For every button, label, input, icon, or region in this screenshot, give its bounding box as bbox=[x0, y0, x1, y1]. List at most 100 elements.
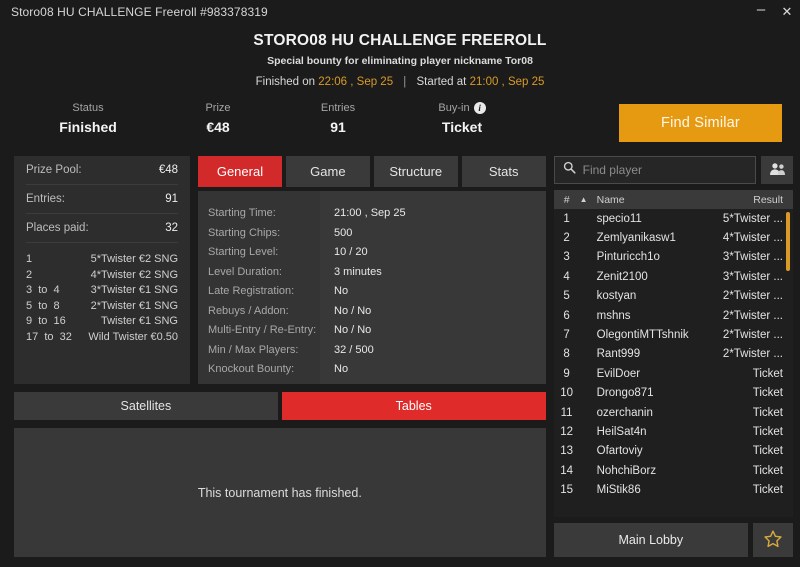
people-icon bbox=[769, 162, 786, 179]
sort-ascending-icon[interactable]: ▲ bbox=[580, 195, 593, 204]
close-button[interactable]: ✕ bbox=[774, 0, 800, 24]
player-name: Ofartoviy bbox=[596, 445, 643, 458]
entries-label: Entries: bbox=[26, 193, 65, 205]
tab-stats[interactable]: Stats bbox=[461, 156, 546, 187]
table-row[interactable]: 1 specio11 5*Twister ... bbox=[554, 209, 783, 228]
table-row[interactable]: 6 mshns 2*Twister ... bbox=[554, 306, 783, 325]
scrollbar-thumb[interactable] bbox=[786, 212, 790, 271]
player-list-header: # ▲ Name Result bbox=[553, 190, 793, 209]
table-row[interactable]: 11 ozerchanin Ticket bbox=[554, 403, 783, 422]
player-list: # ▲ Name Result 1 specio11 5*Twister ...… bbox=[553, 190, 793, 517]
payout-row: 5 to 8 2*Twister €1 SNG bbox=[26, 299, 178, 315]
tab-game[interactable]: Game bbox=[285, 156, 370, 187]
player-rank: 15 bbox=[560, 484, 574, 497]
table-row[interactable]: 14 NohchiBorz Ticket bbox=[554, 461, 783, 480]
left-column: Prize Pool: €48 Entries: 91 Places paid:… bbox=[14, 156, 546, 557]
stat-status-label: Status bbox=[72, 102, 104, 114]
minimize-button[interactable]: – bbox=[748, 0, 774, 24]
places-paid-row: Places paid: 32 bbox=[26, 214, 178, 243]
payout-position: 9 to 16 bbox=[26, 315, 66, 327]
places-paid-label: Places paid: bbox=[26, 222, 89, 234]
prize-pool-row: Prize Pool: €48 bbox=[26, 156, 178, 185]
payout-position: 17 to 32 bbox=[26, 330, 72, 343]
footer-row: Main Lobby bbox=[553, 523, 793, 557]
player-result: Ticket bbox=[752, 484, 783, 497]
table-row[interactable]: 15 MiStik86 Ticket bbox=[554, 480, 783, 499]
table-row[interactable]: 13 Ofartoviy Ticket bbox=[554, 442, 783, 461]
player-result: Ticket bbox=[752, 406, 783, 419]
search-input[interactable] bbox=[582, 163, 747, 177]
tab-structure[interactable]: Structure bbox=[373, 156, 458, 187]
tab-tables[interactable]: Tables bbox=[281, 392, 546, 420]
tab-satellites[interactable]: Satellites bbox=[14, 392, 278, 420]
stat-strip: Status Finished Prize €48 Entries 91 Buy… bbox=[0, 88, 800, 142]
player-rank: 11 bbox=[560, 406, 573, 419]
payout-prize: Twister €1 SNG bbox=[100, 315, 178, 327]
player-name: Drongo871 bbox=[596, 387, 654, 400]
stat-buyin-value: Ticket bbox=[441, 119, 483, 135]
places-paid-value: 32 bbox=[165, 222, 178, 234]
label-starting-chips: Starting Chips: bbox=[208, 226, 281, 239]
find-similar-button[interactable]: Find Similar bbox=[619, 104, 782, 142]
search-box[interactable] bbox=[553, 156, 756, 184]
column-header-result[interactable]: Result bbox=[699, 194, 783, 206]
table-row[interactable]: 9 EvilDoer Ticket bbox=[554, 364, 783, 383]
prize-pool-label: Prize Pool: bbox=[26, 164, 82, 176]
column-header-num[interactable]: # bbox=[554, 194, 580, 206]
player-result: 2*Twister ... bbox=[722, 309, 783, 322]
table-row[interactable]: 10 Drongo871 Ticket bbox=[554, 384, 783, 403]
payout-row: 9 to 16 Twister €1 SNG bbox=[26, 314, 178, 330]
player-search-row bbox=[553, 156, 793, 184]
prize-pool-value: €48 bbox=[158, 164, 178, 176]
tournament-header: STORO08 HU CHALLENGE FREEROLL Special bo… bbox=[0, 24, 800, 88]
value-multi-entry: No / No bbox=[334, 324, 372, 336]
table-row[interactable]: 8 Rant999 2*Twister ... bbox=[554, 345, 783, 364]
table-row[interactable]: 2 Zemlyanikasw1 4*Twister ... bbox=[554, 228, 783, 247]
stat-buyin-label: Buy-in i bbox=[398, 102, 526, 114]
stat-buyin-label-text: Buy-in bbox=[438, 102, 470, 114]
started-value: 21:00 , Sep 25 bbox=[469, 76, 545, 88]
entries-row: Entries: 91 bbox=[26, 185, 178, 214]
info-row: Prize Pool: €48 Entries: 91 Places paid:… bbox=[14, 156, 546, 384]
table-row[interactable]: 3 Pinturicch1o 3*Twister ... bbox=[554, 248, 783, 267]
favorite-button[interactable] bbox=[753, 523, 793, 557]
lobby-body: Prize Pool: €48 Entries: 91 Places paid:… bbox=[0, 142, 800, 567]
player-list-body[interactable]: 1 specio11 5*Twister ... 2 Zemlyanikasw1… bbox=[553, 209, 793, 517]
prize-pool-panel: Prize Pool: €48 Entries: 91 Places paid:… bbox=[14, 156, 190, 384]
table-row[interactable]: 7 OlegontiMTTshnik 2*Twister ... bbox=[554, 325, 783, 344]
player-result: 2*Twister ... bbox=[722, 329, 783, 342]
player-name: NohchiBorz bbox=[596, 464, 657, 477]
main-lobby-button[interactable]: Main Lobby bbox=[553, 523, 748, 557]
column-header-name[interactable]: Name bbox=[593, 194, 699, 206]
label-rebuys-addon: Rebuys / Addon: bbox=[208, 304, 289, 317]
table-row[interactable]: 4 Zenit2100 3*Twister ... bbox=[554, 267, 783, 286]
table-row[interactable]: 5 kostyan 2*Twister ... bbox=[554, 287, 783, 306]
player-list-scrollbar[interactable] bbox=[785, 209, 791, 517]
player-name: Zenit2100 bbox=[596, 270, 648, 283]
payout-prize: 5*Twister €2 SNG bbox=[90, 253, 178, 265]
stat-status-value: Finished bbox=[59, 119, 117, 135]
player-result: 2*Twister ... bbox=[722, 290, 783, 303]
info-icon[interactable]: i bbox=[473, 102, 486, 114]
value-starting-chips: 500 bbox=[334, 226, 353, 239]
friends-button[interactable] bbox=[761, 156, 793, 184]
player-rank: 2 bbox=[563, 232, 570, 245]
general-tab-content: Starting Time: Starting Chips: Starting … bbox=[198, 191, 546, 384]
player-name: OlegontiMTTshnik bbox=[596, 329, 689, 342]
tables-content: This tournament has finished. bbox=[14, 428, 546, 557]
player-result: 5*Twister ... bbox=[722, 212, 783, 225]
player-name: Pinturicch1o bbox=[596, 251, 660, 264]
tournament-subtitle: Special bounty for eliminating player ni… bbox=[267, 55, 533, 67]
payout-row: 3 to 4 3*Twister €1 SNG bbox=[26, 283, 178, 299]
value-starting-level: 10 / 20 bbox=[334, 246, 368, 258]
table-row[interactable]: 12 HeilSat4n Ticket bbox=[554, 422, 783, 441]
payout-row: 2 4*Twister €2 SNG bbox=[26, 268, 178, 284]
window-title: Storo08 HU CHALLENGE Freeroll #983378319 bbox=[11, 5, 268, 19]
player-rank: 12 bbox=[560, 425, 574, 438]
tournament-times: Finished on 22:06 , Sep 25 | Started at … bbox=[0, 76, 800, 88]
value-late-registration: No bbox=[334, 285, 349, 297]
payout-position: 1 bbox=[26, 253, 33, 265]
tab-general[interactable]: General bbox=[198, 156, 282, 187]
player-name: EvilDoer bbox=[596, 367, 641, 380]
stat-entries: Entries 91 bbox=[278, 102, 398, 135]
